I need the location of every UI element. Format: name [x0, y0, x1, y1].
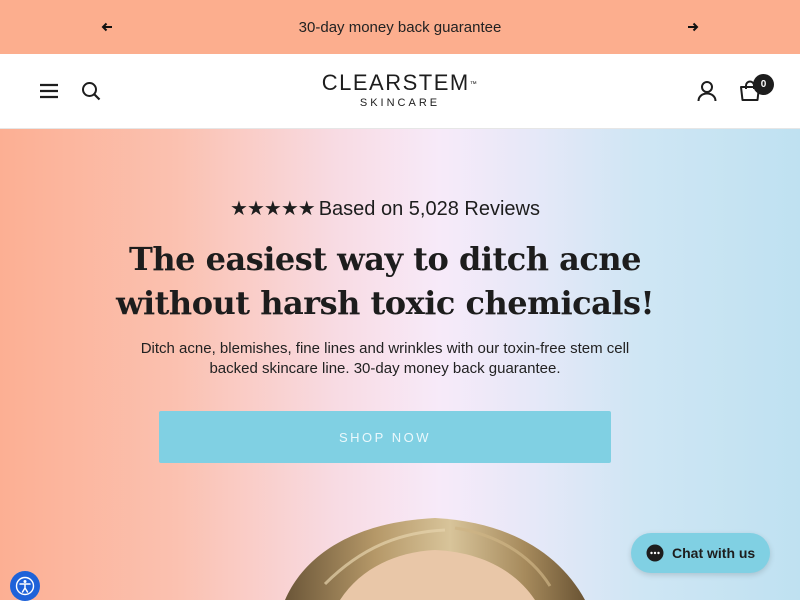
rating-text: Based on 5,028 Reviews — [318, 198, 540, 220]
menu-icon[interactable] — [36, 79, 62, 103]
chat-label: Chat with us — [672, 545, 756, 561]
site-header: CLEARSTEM™ SKINCARE 0 — [0, 54, 800, 129]
hero-subtext: Ditch acne, blemishes, fine lines and wr… — [140, 340, 630, 377]
accessibility-icon[interactable] — [10, 571, 40, 601]
chat-with-us-button[interactable]: Chat with us — [631, 533, 770, 573]
cart-count-badge: 0 — [753, 74, 774, 95]
model-photo — [285, 518, 585, 600]
announcement-bar: 30-day money back guarantee — [0, 0, 800, 54]
hero-headline: The easiest way to ditch acne without ha… — [115, 240, 655, 322]
site-logo[interactable]: CLEARSTEM™ SKINCARE — [300, 70, 500, 110]
star-rating-icon: ★★★★★ — [230, 198, 316, 220]
search-icon[interactable] — [79, 79, 103, 103]
hero-section: ★★★★★ Based on 5,028 Reviews The easiest … — [0, 129, 800, 600]
announcement-text: 30-day money back guarantee — [298, 18, 502, 36]
arrow-right-icon[interactable] — [683, 17, 703, 37]
arrow-left-icon[interactable] — [97, 17, 117, 37]
logo-wordmark: CLEARSTEM™ — [321, 70, 479, 95]
rating-summary[interactable]: ★★★★★ Based on 5,028 Reviews — [0, 196, 770, 221]
shop-now-button[interactable]: SHOP NOW — [159, 411, 611, 463]
chat-bubble-icon — [646, 544, 664, 562]
logo-subtitle: SKINCARE — [359, 97, 441, 109]
account-icon[interactable] — [695, 78, 719, 104]
